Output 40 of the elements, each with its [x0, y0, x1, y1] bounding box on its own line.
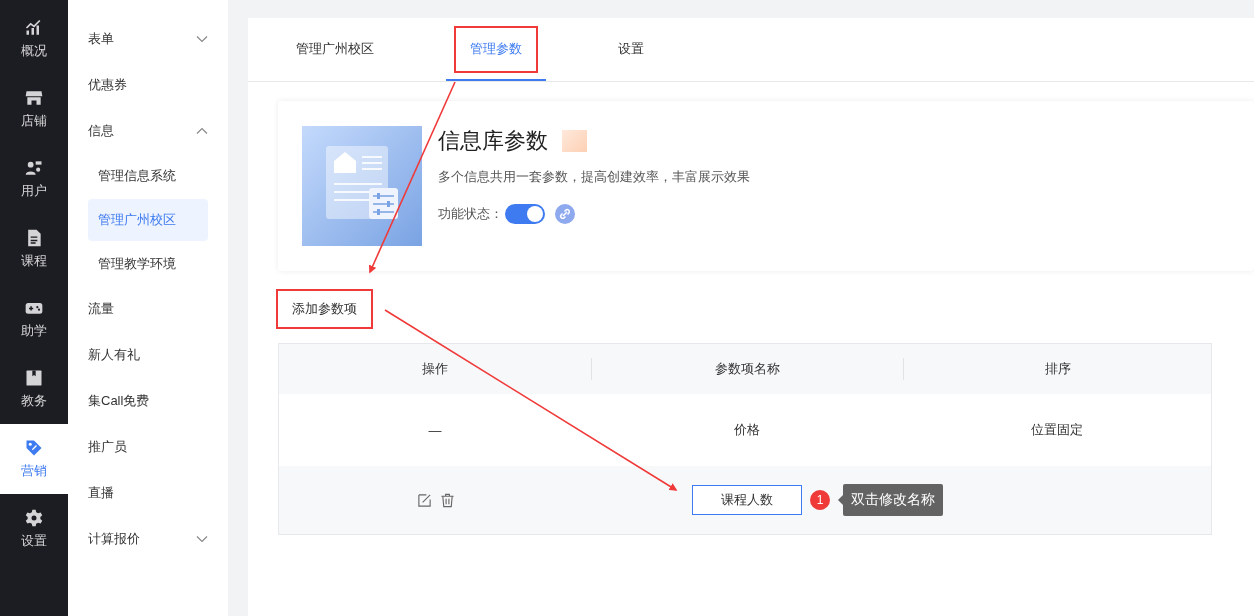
tab[interactable]: 设置 [594, 18, 668, 81]
tag-icon [24, 438, 44, 458]
sidebar-item[interactable]: 新人有礼 [88, 332, 208, 378]
edit-icon[interactable] [417, 492, 432, 508]
box-icon [24, 368, 44, 388]
sidebar-subitem[interactable]: 管理信息系统 [88, 155, 208, 197]
store-icon [24, 88, 44, 108]
sidebar-item[interactable]: 优惠券 [88, 62, 208, 108]
chevron-up-icon [196, 125, 208, 137]
card-description: 多个信息共用一套参数，提高创建效率，丰富展示效果 [438, 168, 750, 186]
delete-icon[interactable] [440, 492, 455, 508]
sidebar-item[interactable]: 计算报价 [88, 516, 208, 562]
column-header: 操作 [422, 360, 448, 378]
table-cell: 位置固定 [1031, 421, 1083, 439]
sidebar-item[interactable]: 流量 [88, 286, 208, 332]
sidebar-subitem[interactable]: 管理教学环境 [88, 243, 208, 285]
tab[interactable]: 管理广州校区 [272, 18, 398, 81]
sidebar-item[interactable]: 直播 [88, 470, 208, 516]
toggle-switch[interactable] [505, 204, 545, 224]
chevron-down-icon [196, 33, 208, 45]
name-input-field[interactable]: 课程人数 [692, 485, 802, 515]
status-label: 功能状态： [438, 205, 503, 223]
sidebar-subitem[interactable]: 管理广州校区 [88, 199, 208, 241]
sidebar-item[interactable]: 集Call免费 [88, 378, 208, 424]
card-title: 信息库参数 [438, 127, 548, 155]
column-header: 排序 [1044, 360, 1071, 378]
table-cell: 价格 [734, 421, 760, 439]
table-cell: — [428, 422, 442, 438]
tab[interactable]: 管理参数 [446, 18, 546, 81]
color-swatch [562, 130, 587, 152]
sidebar-item[interactable]: 推广员 [88, 424, 208, 470]
chevron-down-icon [196, 533, 208, 545]
users-icon [24, 158, 44, 178]
sidebar-item[interactable]: 信息 [88, 108, 208, 154]
column-header: 参数项名称 [715, 360, 780, 378]
add-parameter-button[interactable]: 添加参数项 [278, 291, 371, 327]
settings-icon [24, 508, 44, 528]
tooltip: 双击修改名称 [838, 484, 943, 516]
sidebar-item[interactable]: 表单 [88, 16, 208, 62]
step-badge: 1 [810, 490, 830, 510]
